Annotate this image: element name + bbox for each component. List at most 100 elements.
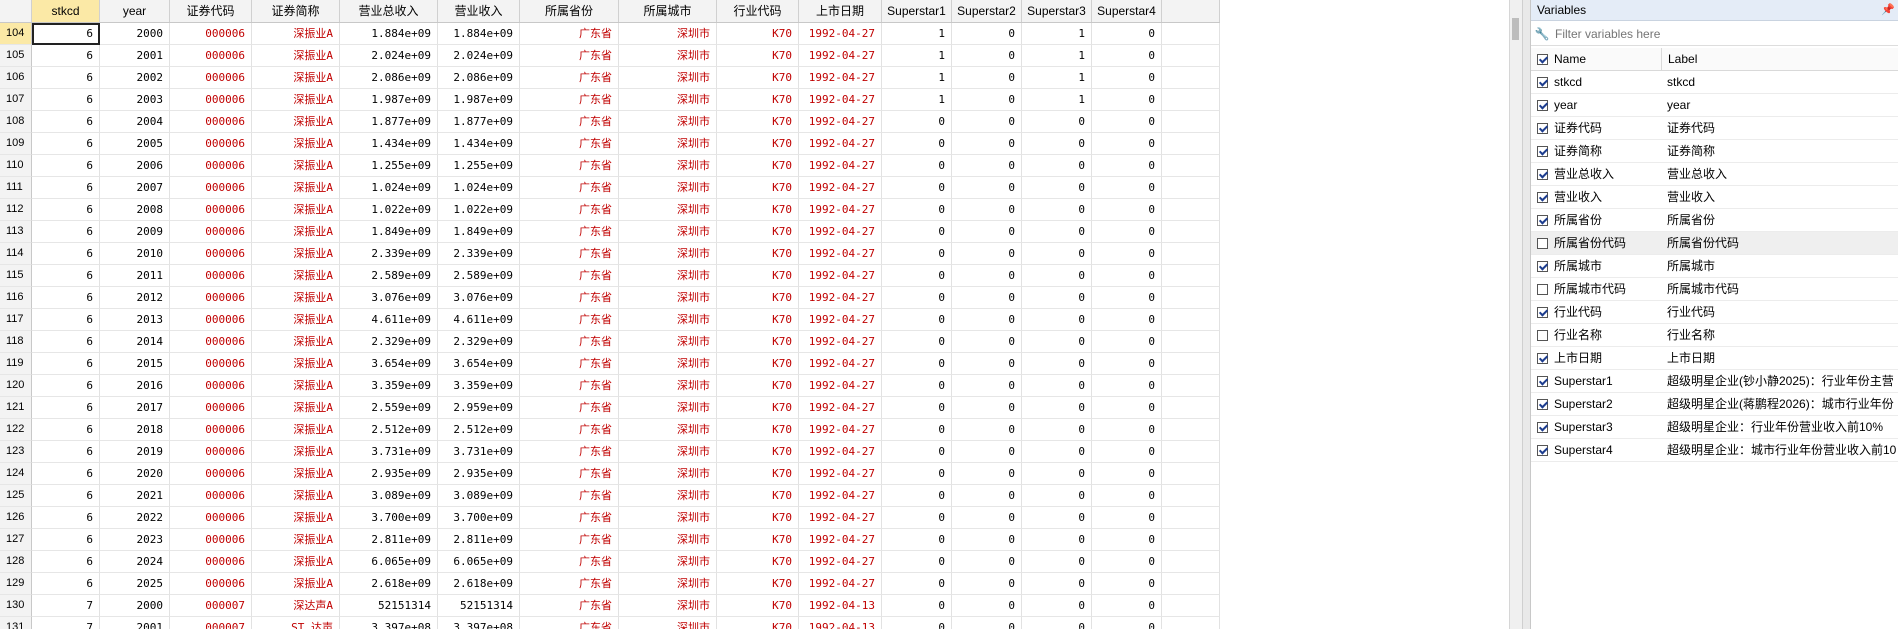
grid-cell[interactable]: 1.849e+09: [340, 221, 438, 243]
row-number[interactable]: 115: [0, 265, 32, 287]
grid-cell[interactable]: 0: [1092, 419, 1162, 441]
grid-cell[interactable]: 0: [882, 243, 952, 265]
grid-cell[interactable]: 3.700e+09: [438, 507, 520, 529]
grid-cell[interactable]: 1992-04-27: [799, 529, 882, 551]
grid-cell[interactable]: 0: [1022, 441, 1092, 463]
grid-cell[interactable]: 0: [882, 617, 952, 629]
grid-cell[interactable]: 0: [1092, 441, 1162, 463]
grid-cell[interactable]: 2.618e+09: [340, 573, 438, 595]
grid-cell[interactable]: 0: [952, 353, 1022, 375]
variable-row[interactable]: stkcd stkcd: [1531, 71, 1898, 94]
grid-cell[interactable]: 2019: [100, 441, 170, 463]
grid-cell[interactable]: K70: [717, 573, 799, 595]
row-number[interactable]: 118: [0, 331, 32, 353]
grid-cell[interactable]: 000006: [170, 155, 252, 177]
grid-cell[interactable]: 3.731e+09: [340, 441, 438, 463]
grid-cell[interactable]: 0: [1092, 573, 1162, 595]
grid-cell[interactable]: 52151314: [438, 595, 520, 617]
grid-cell[interactable]: 0: [1022, 419, 1092, 441]
grid-cell[interactable]: 0: [882, 397, 952, 419]
grid-cell[interactable]: 0: [1092, 353, 1162, 375]
row-number[interactable]: 128: [0, 551, 32, 573]
grid-cell[interactable]: 000006: [170, 331, 252, 353]
grid-cell[interactable]: 6: [32, 353, 100, 375]
grid-cell[interactable]: 1992-04-27: [799, 177, 882, 199]
grid-cell[interactable]: 广东省: [520, 67, 619, 89]
grid-cell[interactable]: 6: [32, 529, 100, 551]
grid-cell[interactable]: 2.329e+09: [340, 331, 438, 353]
name-column-header[interactable]: Name: [1531, 48, 1662, 70]
grid-cell[interactable]: 1992-04-27: [799, 397, 882, 419]
row-number[interactable]: 104: [0, 23, 32, 45]
grid-cell[interactable]: 2.329e+09: [438, 331, 520, 353]
grid-cell[interactable]: 深圳市: [619, 551, 717, 573]
variable-row[interactable]: Superstar4 超级明星企业：城市行业年份营业收入前10: [1531, 439, 1898, 462]
grid-cell[interactable]: 000006: [170, 529, 252, 551]
grid-cell[interactable]: 0: [1092, 265, 1162, 287]
grid-cell[interactable]: 0: [1092, 397, 1162, 419]
grid-cell[interactable]: 0: [882, 331, 952, 353]
grid-cell[interactable]: 1992-04-27: [799, 67, 882, 89]
grid-cell[interactable]: 2000: [100, 595, 170, 617]
grid-cell[interactable]: K70: [717, 331, 799, 353]
row-number[interactable]: 123: [0, 441, 32, 463]
grid-cell[interactable]: 2009: [100, 221, 170, 243]
row-number[interactable]: 117: [0, 309, 32, 331]
grid-cell[interactable]: 0: [952, 463, 1022, 485]
grid-cell[interactable]: 0: [1022, 353, 1092, 375]
grid-cell[interactable]: 1: [1022, 89, 1092, 111]
grid-cell[interactable]: 0: [952, 265, 1022, 287]
grid-cell[interactable]: 1.255e+09: [438, 155, 520, 177]
grid-cell[interactable]: 深振业A: [252, 243, 340, 265]
grid-cell[interactable]: 000006: [170, 243, 252, 265]
grid-cell[interactable]: 0: [952, 89, 1022, 111]
grid-cell[interactable]: K70: [717, 199, 799, 221]
grid-cell[interactable]: 1992-04-27: [799, 199, 882, 221]
grid-cell[interactable]: 000006: [170, 485, 252, 507]
grid-cell[interactable]: 0: [882, 441, 952, 463]
grid-cell[interactable]: 0: [1022, 111, 1092, 133]
grid-cell[interactable]: 0: [1092, 287, 1162, 309]
variable-visibility-checkbox[interactable]: [1537, 99, 1548, 111]
grid-cell[interactable]: 深振业A: [252, 309, 340, 331]
grid-cell[interactable]: 0: [1092, 463, 1162, 485]
grid-cell[interactable]: 6: [32, 573, 100, 595]
grid-cell[interactable]: 52151314: [340, 595, 438, 617]
grid-cell[interactable]: K70: [717, 45, 799, 67]
row-number[interactable]: 112: [0, 199, 32, 221]
grid-cell[interactable]: 0: [1092, 89, 1162, 111]
grid-cell[interactable]: 深振业A: [252, 441, 340, 463]
grid-cell[interactable]: 2002: [100, 67, 170, 89]
grid-cell[interactable]: 2.024e+09: [438, 45, 520, 67]
row-number[interactable]: 131: [0, 617, 32, 629]
variable-row[interactable]: 证券简称 证券简称: [1531, 140, 1898, 163]
grid-cell[interactable]: 6: [32, 419, 100, 441]
grid-cell[interactable]: 2.935e+09: [340, 463, 438, 485]
label-column-header[interactable]: Label: [1662, 48, 1898, 70]
grid-cell[interactable]: 000006: [170, 353, 252, 375]
grid-cell[interactable]: 深圳市: [619, 617, 717, 629]
grid-cell[interactable]: 0: [882, 551, 952, 573]
grid-cell[interactable]: K70: [717, 595, 799, 617]
grid-cell[interactable]: K70: [717, 353, 799, 375]
grid-cell[interactable]: 深振业A: [252, 155, 340, 177]
grid-cell[interactable]: 深圳市: [619, 67, 717, 89]
grid-cell[interactable]: 深圳市: [619, 155, 717, 177]
grid-cell[interactable]: 广东省: [520, 595, 619, 617]
grid-cell[interactable]: 广东省: [520, 485, 619, 507]
row-number[interactable]: 126: [0, 507, 32, 529]
grid-cell[interactable]: 0: [1092, 67, 1162, 89]
grid-cell[interactable]: 0: [882, 287, 952, 309]
grid-cell[interactable]: 2014: [100, 331, 170, 353]
grid-cell[interactable]: 1992-04-27: [799, 133, 882, 155]
variable-row[interactable]: 证券代码 证券代码: [1531, 117, 1898, 140]
grid-cell[interactable]: 0: [1092, 529, 1162, 551]
grid-cell[interactable]: 2025: [100, 573, 170, 595]
grid-cell[interactable]: K70: [717, 177, 799, 199]
variable-row[interactable]: Superstar1 超级明星企业(钞小静2025)：行业年份主营: [1531, 370, 1898, 393]
grid-cell[interactable]: 0: [952, 133, 1022, 155]
grid-cell[interactable]: 广东省: [520, 177, 619, 199]
grid-cell[interactable]: K70: [717, 419, 799, 441]
grid-cell[interactable]: 3.076e+09: [438, 287, 520, 309]
grid-cell[interactable]: 0: [952, 177, 1022, 199]
